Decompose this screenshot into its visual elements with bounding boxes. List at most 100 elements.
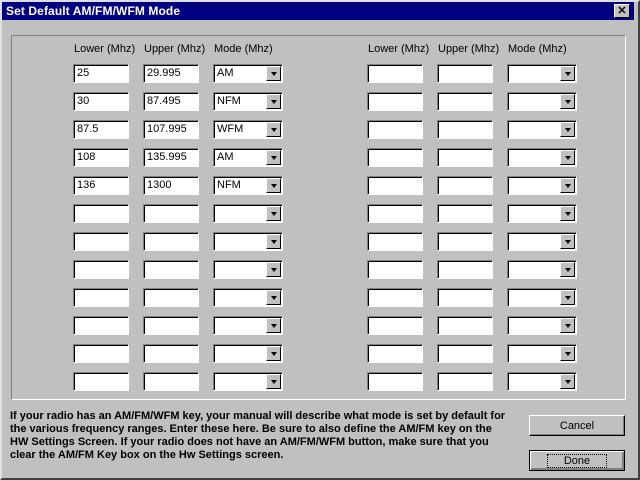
left-upper-field[interactable] [143, 232, 199, 251]
left-upper-field[interactable]: 135.995 [143, 148, 199, 167]
dropdown-arrow-button[interactable] [266, 150, 281, 165]
left-upper-field[interactable]: 1300 [143, 176, 199, 195]
left-upper-field[interactable] [143, 372, 199, 391]
left-lower-field[interactable] [73, 260, 129, 279]
right-upper-field[interactable] [437, 316, 493, 335]
right-upper-field[interactable] [437, 344, 493, 363]
left-mode-select[interactable] [213, 316, 283, 335]
dropdown-arrow-button[interactable] [266, 206, 281, 221]
right-lower-field[interactable] [367, 316, 423, 335]
right-upper-field[interactable] [437, 64, 493, 83]
right-lower-field[interactable] [367, 204, 423, 223]
left-mode-select[interactable] [213, 372, 283, 391]
left-lower-field[interactable] [73, 344, 129, 363]
right-upper-field[interactable] [437, 148, 493, 167]
left-upper-field[interactable] [143, 204, 199, 223]
dropdown-arrow-button[interactable] [560, 290, 575, 305]
left-lower-field[interactable]: 108 [73, 148, 129, 167]
dropdown-arrow-button[interactable] [266, 122, 281, 137]
dropdown-arrow-button[interactable] [560, 234, 575, 249]
right-lower-field[interactable] [367, 64, 423, 83]
left-upper-field[interactable]: 87.495 [143, 92, 199, 111]
left-upper-field[interactable] [143, 260, 199, 279]
left-lower-field[interactable] [73, 204, 129, 223]
left-mode-select[interactable]: NFM [213, 176, 283, 195]
left-mode-select[interactable]: AM [213, 148, 283, 167]
dropdown-arrow-button[interactable] [560, 122, 575, 137]
left-lower-field[interactable] [73, 372, 129, 391]
dropdown-arrow-button[interactable] [266, 234, 281, 249]
right-lower-field[interactable] [367, 148, 423, 167]
dropdown-arrow-button[interactable] [266, 178, 281, 193]
right-lower-field[interactable] [367, 92, 423, 111]
right-lower-field[interactable] [367, 372, 423, 391]
left-mode-select[interactable]: AM [213, 64, 283, 83]
left-lower-field[interactable]: 136 [73, 176, 129, 195]
left-mode-select[interactable] [213, 288, 283, 307]
left-mode-select[interactable] [213, 232, 283, 251]
left-mode-select[interactable] [213, 260, 283, 279]
left-upper-field[interactable]: 107.995 [143, 120, 199, 139]
dropdown-arrow-button[interactable] [266, 318, 281, 333]
dropdown-arrow-button[interactable] [560, 318, 575, 333]
dropdown-arrow-button[interactable] [266, 94, 281, 109]
right-mode-select[interactable] [507, 64, 577, 83]
right-lower-field[interactable] [367, 260, 423, 279]
right-lower-field[interactable] [367, 232, 423, 251]
dropdown-arrow-button[interactable] [560, 66, 575, 81]
left-upper-field[interactable] [143, 316, 199, 335]
dropdown-arrow-button[interactable] [560, 150, 575, 165]
cancel-button[interactable]: Cancel [529, 415, 625, 436]
left-lower-field[interactable]: 87.5 [73, 120, 129, 139]
right-upper-field[interactable] [437, 120, 493, 139]
done-button[interactable]: Done [529, 450, 625, 471]
right-lower-field[interactable] [367, 288, 423, 307]
dropdown-arrow-button[interactable] [266, 346, 281, 361]
dropdown-arrow-button[interactable] [560, 94, 575, 109]
left-lower-field[interactable]: 30 [73, 92, 129, 111]
right-mode-select[interactable] [507, 232, 577, 251]
right-mode-select[interactable] [507, 92, 577, 111]
dropdown-arrow-button[interactable] [560, 178, 575, 193]
right-lower-field[interactable] [367, 176, 423, 195]
close-button[interactable]: ✕ [614, 4, 630, 18]
left-mode-select[interactable] [213, 344, 283, 363]
left-lower-field[interactable] [73, 316, 129, 335]
right-mode-select[interactable] [507, 120, 577, 139]
right-upper-field[interactable] [437, 260, 493, 279]
right-mode-select[interactable] [507, 204, 577, 223]
dropdown-arrow-button[interactable] [560, 262, 575, 277]
left-upper-field[interactable]: 29.995 [143, 64, 199, 83]
dropdown-arrow-button[interactable] [266, 66, 281, 81]
right-lower-field[interactable] [367, 344, 423, 363]
dropdown-arrow-button[interactable] [560, 206, 575, 221]
dropdown-arrow-button[interactable] [266, 290, 281, 305]
left-lower-field[interactable] [73, 288, 129, 307]
left-mode-select[interactable]: NFM [213, 92, 283, 111]
right-upper-field[interactable] [437, 288, 493, 307]
right-upper-field[interactable] [437, 204, 493, 223]
right-mode-select[interactable] [507, 344, 577, 363]
right-mode-select[interactable] [507, 176, 577, 195]
right-upper-field[interactable] [437, 176, 493, 195]
right-upper-header: Upper (Mhz) [438, 43, 500, 55]
right-upper-field[interactable] [437, 92, 493, 111]
left-upper-field[interactable] [143, 344, 199, 363]
dropdown-arrow-button[interactable] [266, 262, 281, 277]
dropdown-arrow-button[interactable] [266, 374, 281, 389]
right-lower-field[interactable] [367, 120, 423, 139]
left-upper-field[interactable] [143, 288, 199, 307]
right-mode-select[interactable] [507, 260, 577, 279]
dropdown-arrow-button[interactable] [560, 374, 575, 389]
left-lower-field[interactable] [73, 232, 129, 251]
right-mode-select[interactable] [507, 148, 577, 167]
right-mode-select[interactable] [507, 372, 577, 391]
left-mode-select[interactable]: WFM [213, 120, 283, 139]
right-mode-select[interactable] [507, 316, 577, 335]
right-upper-field[interactable] [437, 232, 493, 251]
dropdown-arrow-button[interactable] [560, 346, 575, 361]
left-lower-field[interactable]: 25 [73, 64, 129, 83]
right-mode-select[interactable] [507, 288, 577, 307]
left-mode-select[interactable] [213, 204, 283, 223]
right-upper-field[interactable] [437, 372, 493, 391]
